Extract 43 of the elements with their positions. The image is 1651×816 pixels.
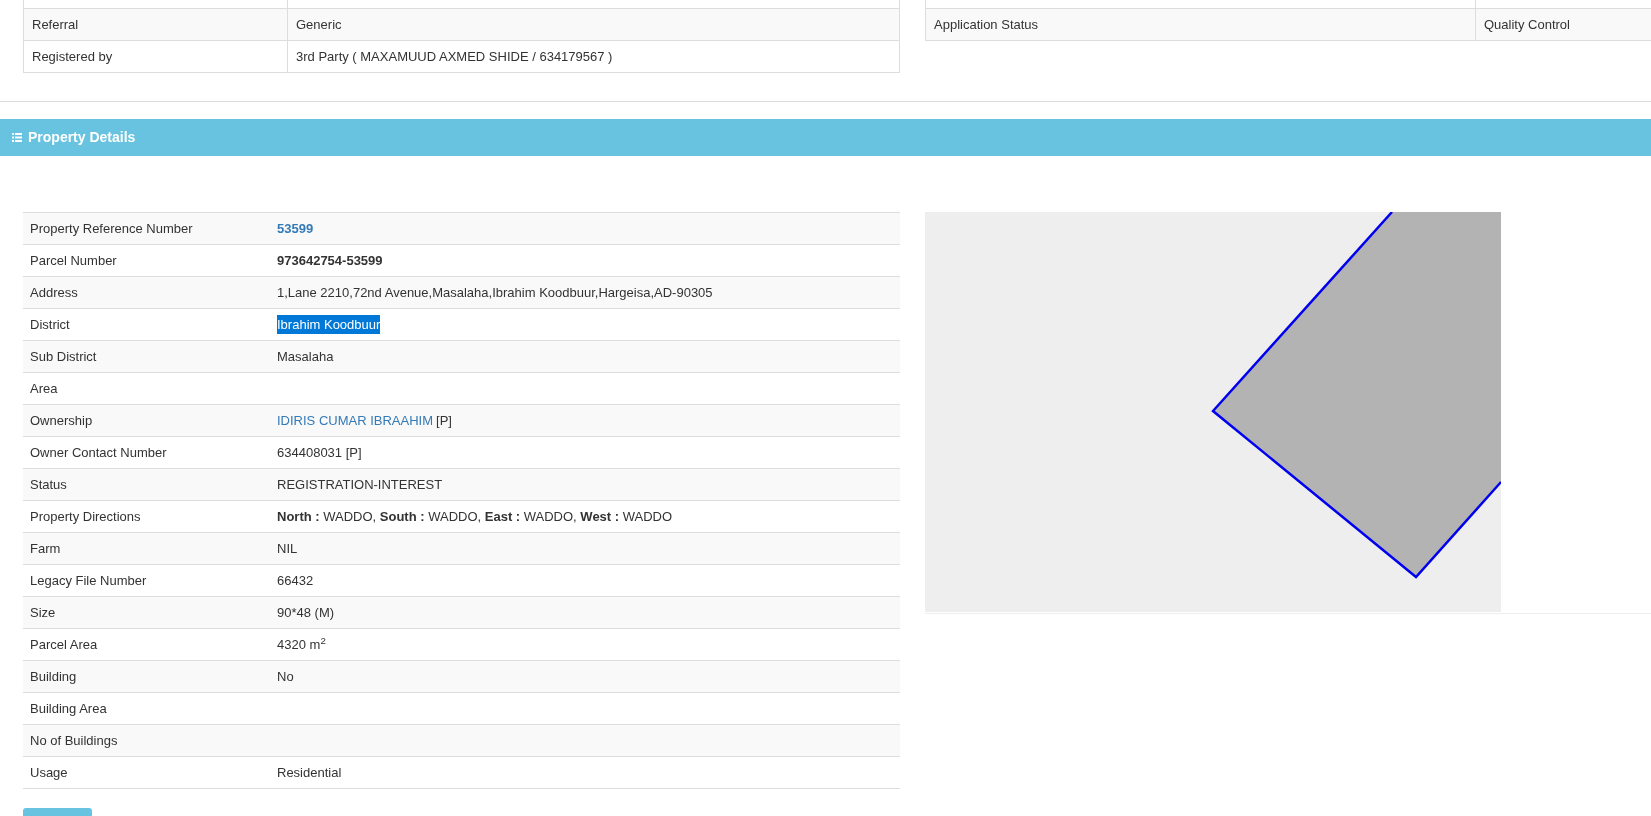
field-value: NIL	[277, 539, 298, 558]
field-label: Parcel Area	[30, 635, 98, 654]
field-value: No	[277, 667, 294, 686]
field-value: 90*48 (M)	[277, 603, 335, 622]
field-label: Building Area	[30, 699, 107, 718]
parcel-map[interactable]	[925, 212, 1501, 612]
field-label: Address	[30, 283, 78, 302]
owner-link[interactable]: IDIRIS CUMAR IBRAAHIM	[277, 410, 433, 431]
field-label: Size	[30, 603, 56, 622]
field-value: Residential	[277, 763, 342, 782]
field-label: Usage	[30, 763, 68, 782]
field-label: Application Status	[934, 15, 1039, 34]
field-value: [P]	[436, 411, 452, 430]
field-label: Registered by	[32, 47, 113, 66]
field-value: Ibrahim Koodbuur	[277, 314, 381, 335]
field-value: 1,Lane 2210,72nd Avenue,Masalaha,Ibrahim Koodbuur,Hargeisa,AD-90305	[277, 283, 713, 302]
field-label: Referral	[32, 15, 79, 34]
field-label: Owner Contact Number	[30, 443, 167, 462]
field-label: Ownership	[30, 411, 93, 430]
field-value: REGISTRATION-INTEREST	[277, 475, 443, 494]
list-icon	[12, 133, 22, 142]
field-value: 973642754-53599	[277, 251, 383, 270]
field-value: 4320 m$^{2}$	[277, 634, 326, 654]
reference-link[interactable]: 53599	[277, 218, 314, 239]
field-label: Legacy File Number	[30, 571, 147, 590]
field-label: Property Directions	[30, 507, 141, 526]
field-value: Generic	[296, 15, 342, 34]
field-label: No of Buildings	[30, 731, 118, 750]
field-value: 634408031 [P]	[277, 443, 362, 462]
field-label: Parcel Number	[30, 251, 117, 270]
field-label: Area	[30, 379, 58, 398]
field-value: 66432	[277, 571, 314, 590]
field-value: Masalaha	[277, 347, 334, 366]
section-title: Property Details	[28, 128, 136, 147]
field-label: Sub District	[30, 347, 97, 366]
field-value: North : WADDO, South : WADDO, East : WADDO, West : WADDO	[277, 507, 673, 526]
field-label: Status	[30, 475, 67, 494]
field-label: Farm	[30, 539, 61, 558]
field-value: 3rd Party ( MAXAMUUD AXMED SHIDE / 634179567 )	[296, 47, 613, 66]
field-label: Property Reference Number	[30, 219, 193, 238]
field-value: Quality Control	[1484, 15, 1570, 34]
field-label: Building	[30, 667, 77, 686]
field-label: District	[30, 315, 70, 334]
